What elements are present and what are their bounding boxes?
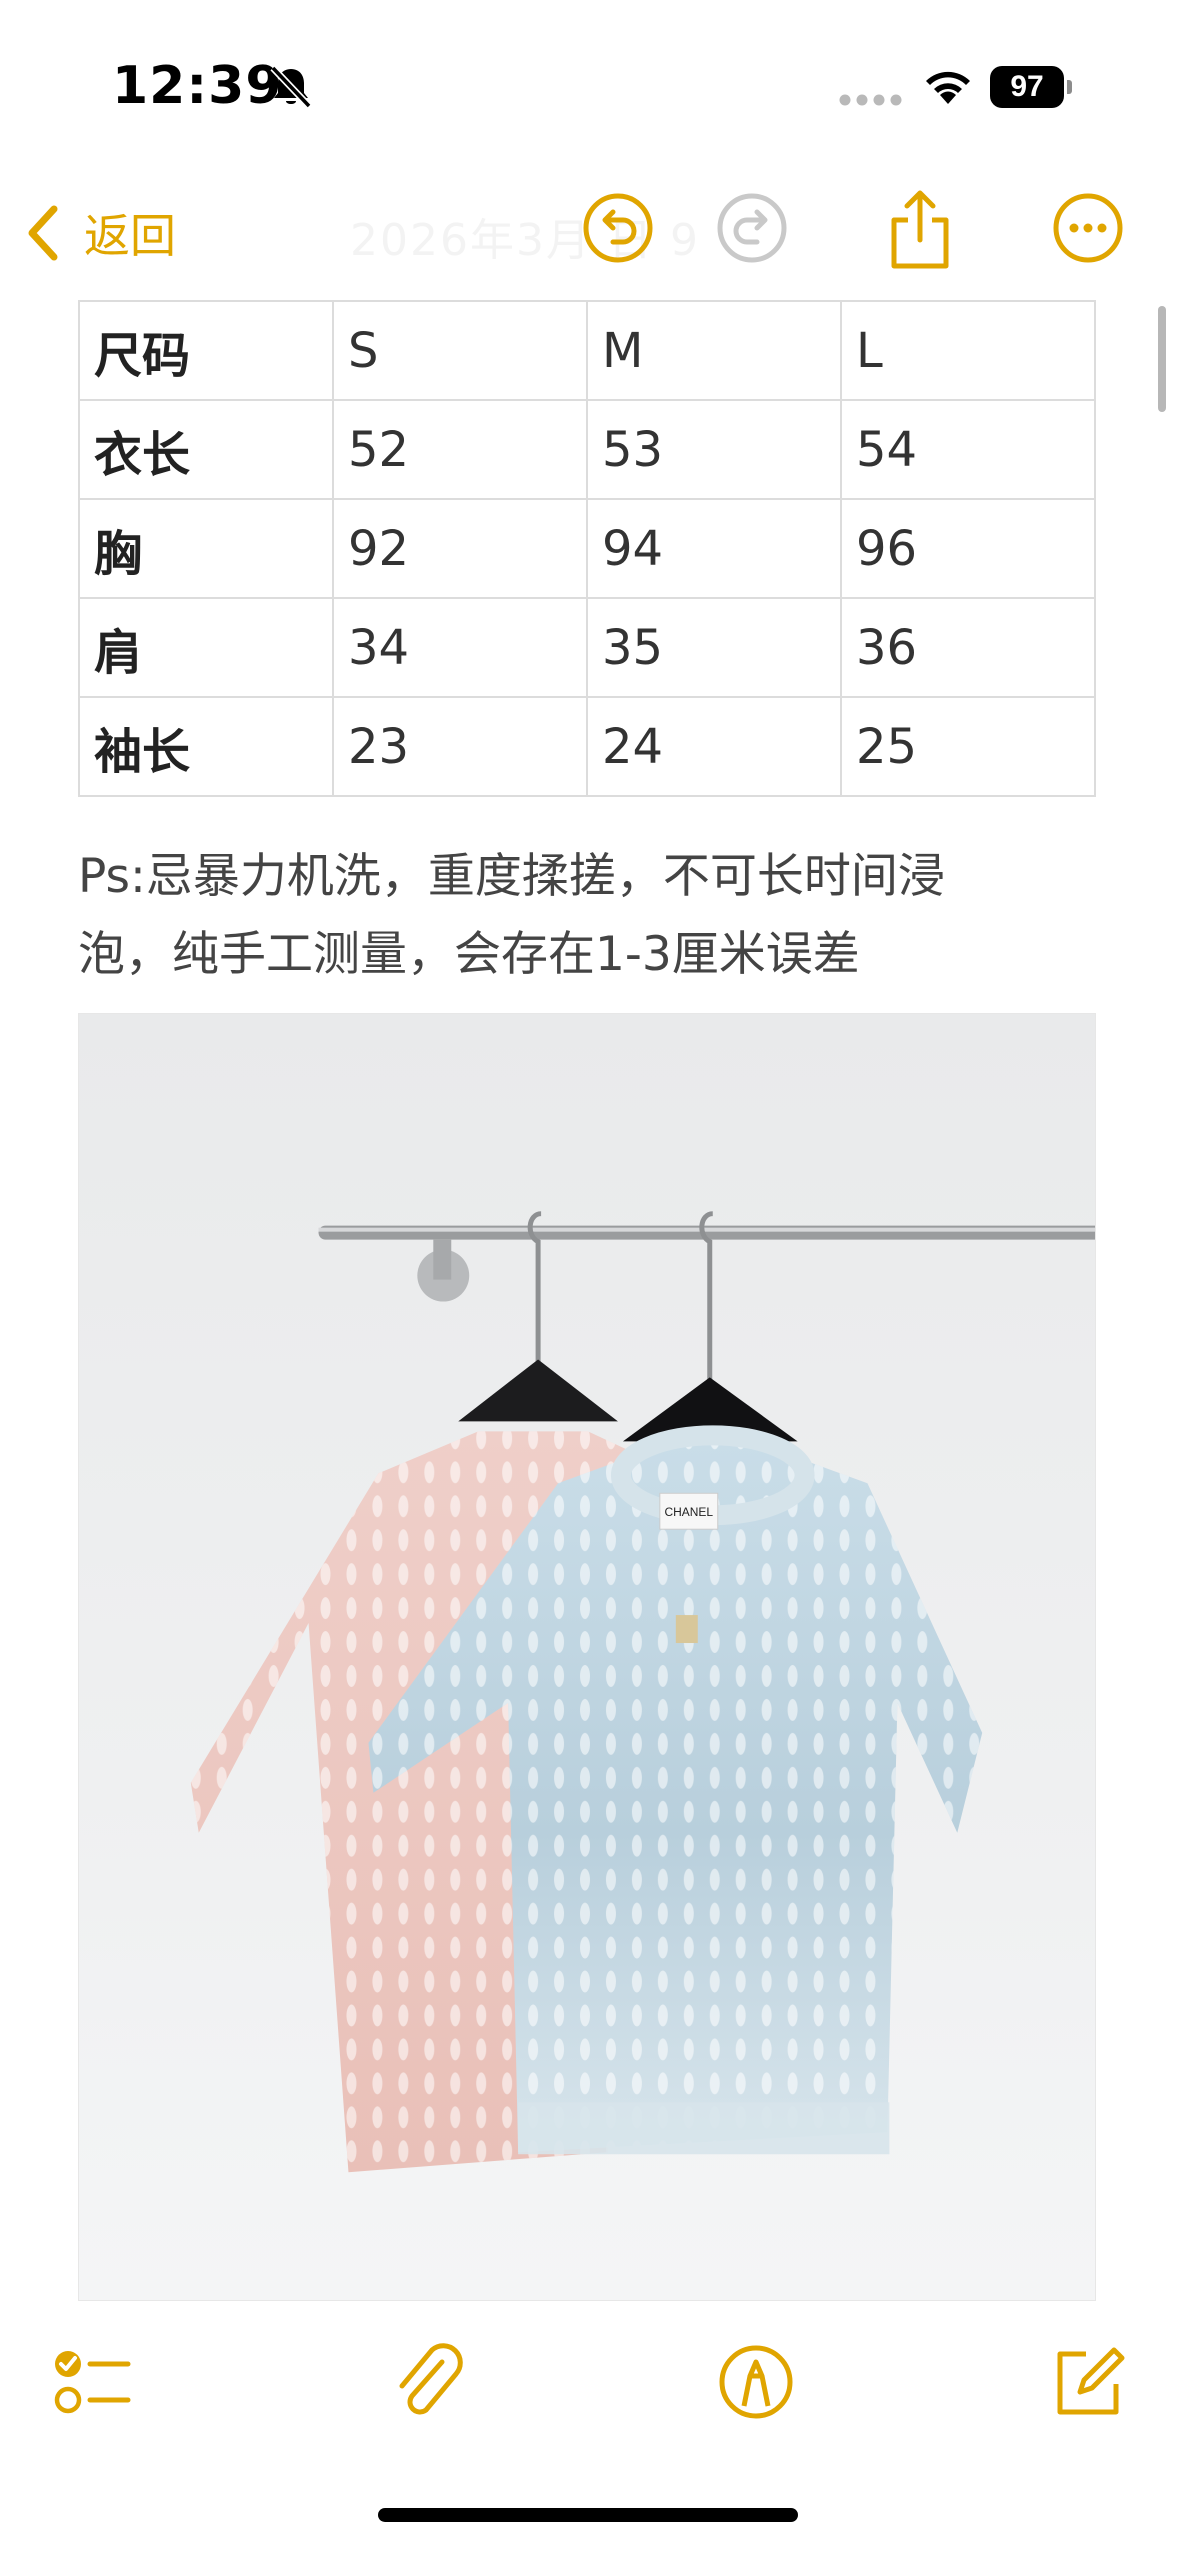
table-cell: 25	[840, 696, 1096, 797]
table-cell: 96	[840, 498, 1096, 599]
cellular-dots-icon	[838, 92, 904, 106]
knit-tops-image: CHANEL	[190, 1211, 1095, 2173]
compose-button[interactable]	[1046, 2340, 1130, 2424]
table-cell: 袖长	[78, 696, 334, 797]
more-icon	[1053, 193, 1123, 263]
table-cell: 52	[332, 399, 588, 500]
home-indicator[interactable]	[378, 2508, 798, 2522]
table-cell: 24	[586, 696, 842, 797]
table-cell: 34	[332, 597, 588, 698]
table-cell: 36	[840, 597, 1096, 698]
table-cell: 尺码	[78, 300, 334, 401]
status-time: 12:39	[112, 56, 283, 116]
chevron-left-icon	[28, 205, 58, 261]
table-cell: 54	[840, 399, 1096, 500]
share-icon	[891, 190, 949, 269]
table-cell: 53	[586, 399, 842, 500]
size-table: 尺码 S M L 衣长 52 53 54 胸 92 94 96 肩 34 35 …	[78, 300, 1096, 797]
table-cell: 衣长	[78, 399, 334, 500]
bell-slash-icon	[268, 64, 314, 110]
checklist-button[interactable]	[50, 2340, 134, 2424]
battery-nub	[1067, 80, 1072, 94]
product-photo[interactable]: CHANEL	[78, 1013, 1096, 2301]
status-bar: 12:39 97	[0, 0, 1179, 170]
table-cell: 94	[586, 498, 842, 599]
table-cell: 23	[332, 696, 588, 797]
redo-icon	[717, 193, 787, 263]
table-row: 衣长 52 53 54	[78, 399, 1096, 500]
brand-label: CHANEL	[665, 1505, 714, 1519]
table-cell: S	[332, 300, 588, 401]
battery-icon: 97	[990, 66, 1072, 108]
checklist-icon	[54, 2351, 131, 2414]
table-row: 胸 92 94 96	[78, 498, 1096, 599]
more-button[interactable]	[1050, 190, 1126, 266]
nav-bar: 返回 2026年3月 日 9	[0, 170, 1179, 290]
attachment-button[interactable]	[386, 2340, 470, 2424]
table-cell: 92	[332, 498, 588, 599]
note-line: Ps:忌暴力机洗，重度揉搓，不可长时间浸	[78, 849, 945, 904]
share-button[interactable]	[882, 186, 958, 272]
redo-button[interactable]	[714, 190, 790, 266]
undo-icon	[583, 193, 653, 263]
note-text[interactable]: Ps:忌暴力机洗，重度揉搓，不可长时间浸 泡，纯手工测量，会存在1-3厘米误差	[78, 838, 1108, 994]
paperclip-icon	[399, 2343, 463, 2415]
markup-pen-icon	[719, 2345, 793, 2419]
note-line: 泡，纯手工测量，会存在1-3厘米误差	[78, 927, 860, 982]
table-cell: 肩	[78, 597, 334, 698]
table-cell: 胸	[78, 498, 334, 599]
table-row: 尺码 S M L	[78, 300, 1096, 401]
table-cell: L	[840, 300, 1096, 401]
back-button[interactable]: 返回	[24, 198, 176, 268]
undo-button[interactable]	[580, 190, 656, 266]
markup-button[interactable]	[714, 2340, 798, 2424]
table-row: 袖长 23 24 25	[78, 696, 1096, 797]
table-row: 肩 34 35 36	[78, 597, 1096, 698]
scroll-indicator[interactable]	[1158, 306, 1166, 412]
battery-level: 97	[990, 66, 1064, 108]
table-cell: 35	[586, 597, 842, 698]
back-label: 返回	[84, 209, 176, 263]
table-cell: M	[586, 300, 842, 401]
compose-icon	[1057, 2347, 1125, 2415]
wifi-icon	[920, 64, 976, 108]
